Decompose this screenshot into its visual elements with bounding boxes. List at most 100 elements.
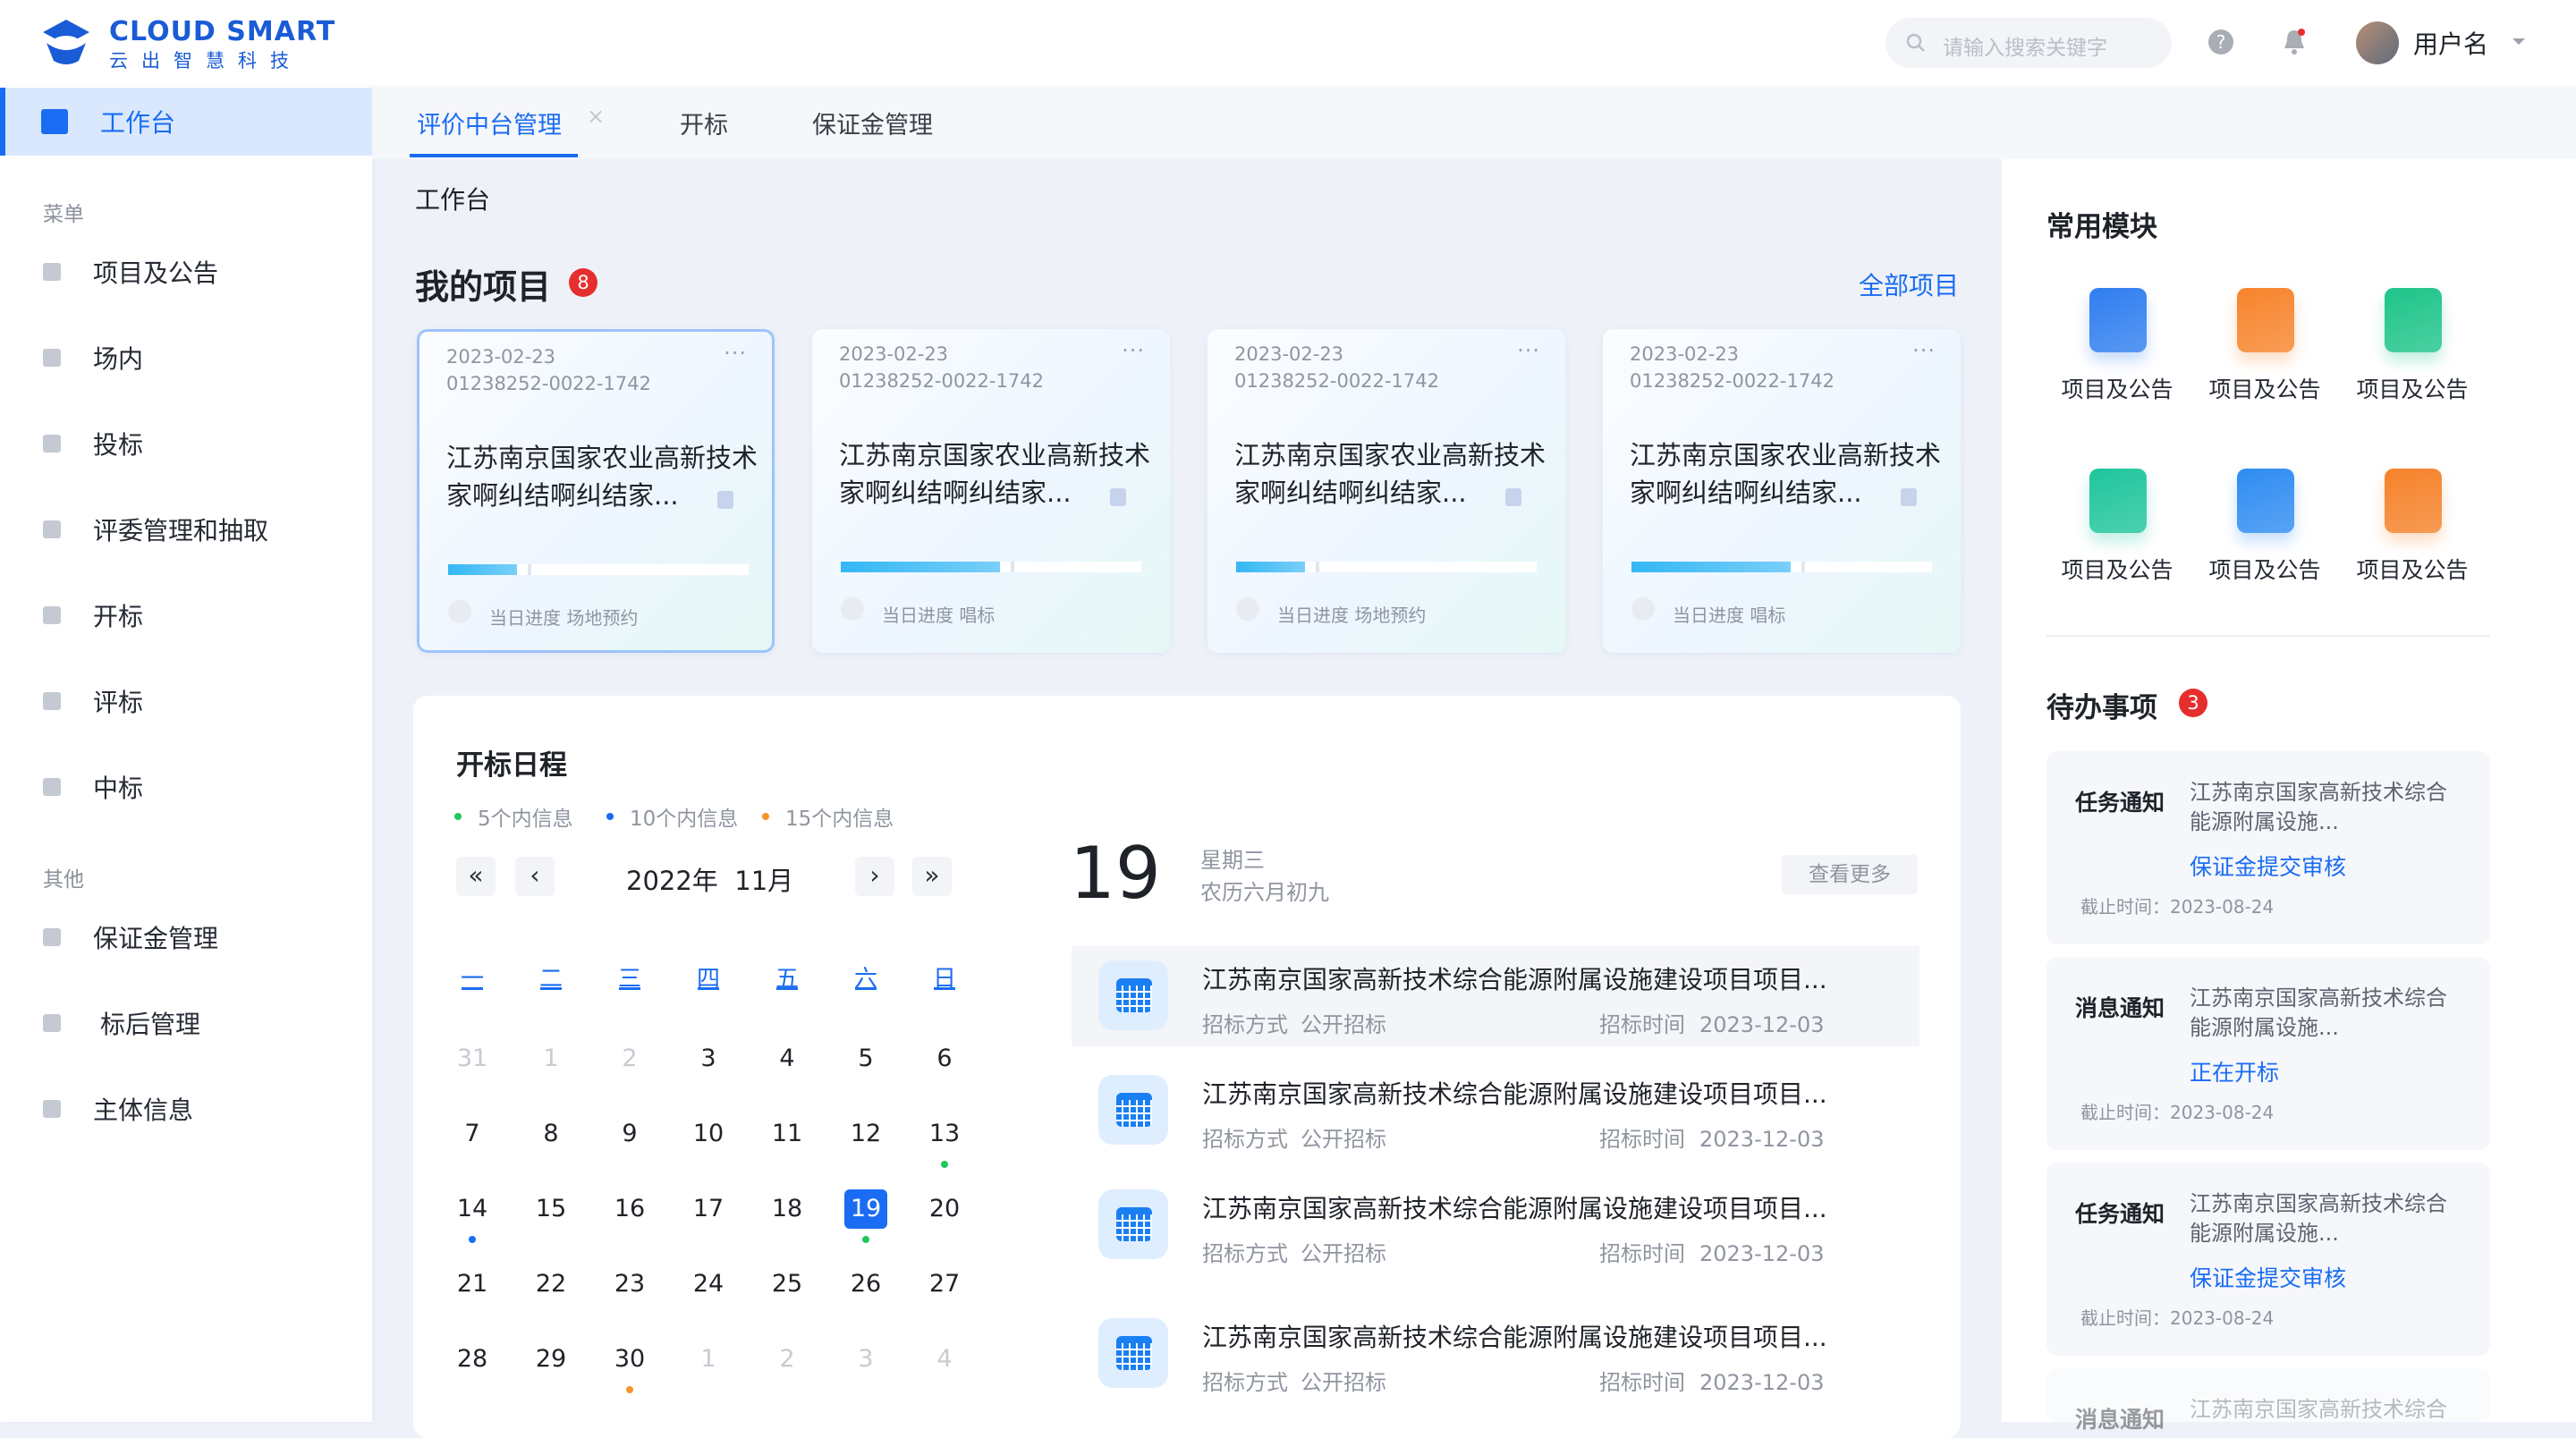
calendar-day-selected[interactable]: 19 bbox=[844, 1189, 887, 1229]
calendar-day[interactable]: 24 bbox=[682, 1265, 735, 1304]
project-card[interactable]: 2023-02-23 01238252-0022-1742 ··· 江苏南京国家农业高… bbox=[1603, 329, 1961, 653]
more-icon[interactable]: ··· bbox=[1517, 338, 1540, 363]
sidebar-item-venue[interactable]: 场内 bbox=[0, 324, 372, 392]
bell-icon[interactable] bbox=[2281, 27, 2308, 57]
sidebar-item-award[interactable]: 中标 bbox=[0, 753, 372, 821]
close-icon[interactable]: × bbox=[587, 104, 605, 129]
sidebar-item-opening[interactable]: 开标 bbox=[0, 581, 372, 649]
calendar-day[interactable]: 7 bbox=[445, 1114, 499, 1154]
sidebar: 工作台 菜单 项目及公告 场内 投标 评委管理和抽取 开标 评标 中标 其他 保… bbox=[0, 86, 372, 1422]
tab-active-underline bbox=[410, 154, 578, 157]
calendar-day[interactable]: 16 bbox=[603, 1189, 657, 1229]
todo-type: 消息通知 bbox=[2075, 1407, 2165, 1433]
user-name[interactable]: 用户名 bbox=[2413, 25, 2488, 61]
calendar-day[interactable]: 22 bbox=[524, 1265, 578, 1304]
schedule-event[interactable]: 江苏南京国家高新技术综合能源附属设施建设项目项目... 招标方式 公开招标 招标时间 2… bbox=[1072, 1304, 1919, 1404]
calendar-day[interactable]: 21 bbox=[445, 1265, 499, 1304]
calendar-day[interactable]: 4 bbox=[918, 1340, 971, 1379]
tab-deposit[interactable]: 保证金管理 bbox=[812, 106, 933, 140]
module-item[interactable]: 项目及公告 bbox=[2198, 469, 2332, 621]
calendar-day[interactable]: 30 bbox=[603, 1340, 657, 1379]
calendar-day[interactable]: 15 bbox=[524, 1189, 578, 1229]
calendar-day[interactable]: 28 bbox=[445, 1340, 499, 1379]
tab-evaluation-center[interactable]: 评价中台管理 bbox=[417, 106, 562, 140]
todo-item[interactable]: 任务通知 江苏南京国家高新技术综合能源附属设施... 保证金提交审核 截止时间：202… bbox=[2046, 751, 2490, 944]
sidebar-item-bidding[interactable]: 投标 bbox=[0, 410, 372, 478]
sidebar-item-projects[interactable]: 项目及公告 bbox=[0, 238, 372, 306]
calendar-day[interactable]: 4 bbox=[760, 1039, 814, 1078]
next-month-button[interactable]: › bbox=[855, 857, 894, 896]
calendar-day[interactable]: 29 bbox=[524, 1340, 578, 1379]
sidebar-item-entity[interactable]: 主体信息 bbox=[0, 1075, 372, 1143]
event-time: 招标时间 2023-12-03 bbox=[1599, 1007, 1824, 1038]
calendar-day[interactable]: 6 bbox=[918, 1039, 971, 1078]
calendar-day[interactable]: 8 bbox=[524, 1114, 578, 1154]
schedule-event[interactable]: 江苏南京国家高新技术综合能源附属设施建设项目项目... 招标方式 公开招标 招标时间 2… bbox=[1072, 1061, 1919, 1161]
next-year-button[interactable]: » bbox=[912, 857, 952, 896]
project-title: 江苏南京国家农业高新技术家啊纠结啊纠结家... bbox=[839, 440, 1151, 508]
sidebar-item-workbench[interactable]: 工作台 bbox=[0, 88, 372, 156]
calendar-day[interactable]: 26 bbox=[839, 1265, 893, 1304]
todo-item[interactable]: 消息通知 江苏南京国家高新技术综合 bbox=[2046, 1368, 2490, 1433]
todo-item[interactable]: 任务通知 江苏南京国家高新技术综合能源附属设施... 保证金提交审核 截止时间：202… bbox=[2046, 1163, 2490, 1356]
todo-status[interactable]: 正在开标 bbox=[2190, 1055, 2279, 1087]
more-icon[interactable]: ··· bbox=[724, 341, 747, 366]
calendar-day[interactable]: 1 bbox=[524, 1039, 578, 1078]
calendar-day[interactable]: 18 bbox=[760, 1189, 814, 1229]
project-code: 01238252-0022-1742 bbox=[1234, 370, 1439, 392]
prev-month-button[interactable]: ‹ bbox=[515, 857, 555, 896]
todo-item[interactable]: 消息通知 江苏南京国家高新技术综合能源附属设施... 正在开标 截止时间：2023-0… bbox=[2046, 957, 2490, 1150]
module-item[interactable]: 项目及公告 bbox=[2345, 469, 2479, 621]
all-projects-link[interactable]: 全部项目 bbox=[1859, 266, 1959, 302]
project-card[interactable]: 2023-02-23 01238252-0022-1742 ··· 江苏南京国家农业高… bbox=[812, 329, 1170, 653]
calendar-day[interactable]: 2 bbox=[603, 1039, 657, 1078]
calendar-day[interactable]: 3 bbox=[682, 1039, 735, 1078]
calendar-day[interactable]: 1 bbox=[682, 1340, 735, 1379]
module-item[interactable]: 项目及公告 bbox=[2198, 288, 2332, 440]
calendar-day[interactable]: 20 bbox=[918, 1189, 971, 1229]
calendar-day[interactable]: 10 bbox=[682, 1114, 735, 1154]
todo-status[interactable]: 保证金提交审核 bbox=[2190, 850, 2346, 882]
tab-opening[interactable]: 开标 bbox=[680, 106, 728, 140]
chevron-down-icon[interactable] bbox=[2510, 36, 2528, 48]
module-item[interactable]: 项目及公告 bbox=[2050, 469, 2184, 621]
calendar-day[interactable]: 14 bbox=[445, 1189, 499, 1229]
sidebar-item-deposit[interactable]: 保证金管理 bbox=[0, 903, 372, 971]
calendar-day[interactable]: 12 bbox=[839, 1114, 893, 1154]
sidebar-item-label: 评标 bbox=[93, 688, 144, 717]
sidebar-group-menu: 菜单 bbox=[43, 203, 84, 226]
todo-text: 江苏南京国家高新技术综合能源附属设施... bbox=[2190, 1191, 2447, 1246]
more-icon[interactable]: ··· bbox=[1912, 338, 1936, 363]
search-input[interactable]: 请输入搜索关键字 bbox=[1943, 30, 2107, 61]
module-label: 项目及公告 bbox=[2061, 557, 2174, 583]
calendar-day[interactable]: 5 bbox=[839, 1039, 893, 1078]
module-item[interactable]: 项目及公告 bbox=[2345, 288, 2479, 440]
prev-year-button[interactable]: « bbox=[456, 857, 496, 896]
calendar-day[interactable]: 11 bbox=[760, 1114, 814, 1154]
sidebar-item-reviewers[interactable]: 评委管理和抽取 bbox=[0, 495, 372, 563]
calendar-day[interactable]: 25 bbox=[760, 1265, 814, 1304]
sidebar-item-post-bid[interactable]: 标后管理 bbox=[0, 989, 372, 1057]
project-card[interactable]: 2023-02-23 01238252-0022-1742 ··· 江苏南京国家农业高… bbox=[417, 329, 775, 653]
calendar-day[interactable]: 17 bbox=[682, 1189, 735, 1229]
time-value: 2023-12-03 bbox=[1699, 1370, 1825, 1395]
avatar[interactable] bbox=[2356, 21, 2399, 64]
schedule-event[interactable]: 江苏南京国家高新技术综合能源附属设施建设项目项目... 招标方式 公开招标 招标时间 2… bbox=[1072, 946, 1919, 1046]
calendar-day[interactable]: 13 bbox=[918, 1114, 971, 1154]
todo-status[interactable]: 保证金提交审核 bbox=[2190, 1261, 2346, 1293]
calendar-day[interactable]: 23 bbox=[603, 1265, 657, 1304]
module-item[interactable]: 项目及公告 bbox=[2050, 288, 2184, 440]
more-icon[interactable]: ··· bbox=[1122, 338, 1145, 363]
calendar-day[interactable]: 27 bbox=[918, 1265, 971, 1304]
calendar-day[interactable]: 3 bbox=[839, 1340, 893, 1379]
calendar-day[interactable]: 9 bbox=[603, 1114, 657, 1154]
calendar-day[interactable]: 31 bbox=[445, 1039, 499, 1078]
sidebar-item-evaluation[interactable]: 评标 bbox=[0, 667, 372, 735]
sidebar-item-label: 工作台 bbox=[100, 108, 176, 138]
schedule-event[interactable]: 江苏南京国家高新技术综合能源附属设施建设项目项目... 招标方式 公开招标 招标时间 2… bbox=[1072, 1175, 1919, 1275]
project-card[interactable]: 2023-02-23 01238252-0022-1742 ··· 江苏南京国家农业高… bbox=[1208, 329, 1565, 653]
view-more-button[interactable]: 查看更多 bbox=[1782, 855, 1918, 894]
search-box[interactable]: 请输入搜索关键字 bbox=[1885, 18, 2172, 68]
help-icon[interactable]: ? bbox=[2207, 29, 2234, 55]
calendar-day[interactable]: 2 bbox=[760, 1340, 814, 1379]
